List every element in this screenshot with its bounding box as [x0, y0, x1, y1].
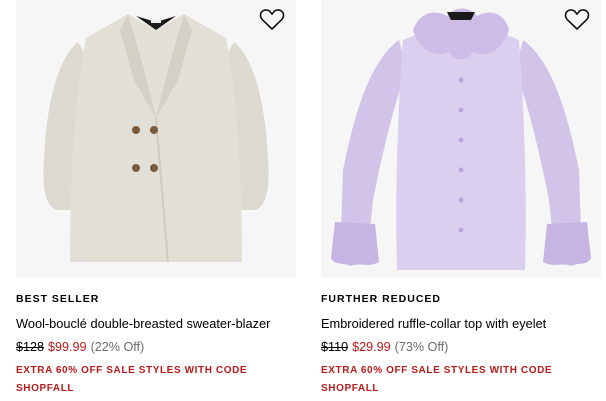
heart-icon[interactable]: [564, 8, 590, 32]
discount-percent: (22% Off): [90, 340, 145, 354]
product-badge: FURTHER REDUCED: [321, 293, 441, 305]
original-price: $110: [321, 340, 349, 354]
product-image[interactable]: [16, 0, 296, 277]
price-row: $128 $99.99 (22% Off): [16, 340, 144, 354]
product-title[interactable]: Embroidered ruffle-collar top with eyele…: [321, 316, 546, 331]
product-image[interactable]: [321, 0, 601, 277]
promo-text: EXTRA 60% OFF SALE STYLES WITH CODE SHOP…: [16, 365, 248, 394]
lavender-ruffle-top-image: [331, 8, 591, 270]
gray-blazer-image: [43, 14, 269, 263]
price-row: $110 $29.99 (73% Off): [321, 340, 448, 354]
product-card[interactable]: BEST SELLER Wool-bouclé double-breasted …: [16, 0, 296, 401]
product-card[interactable]: FURTHER REDUCED Embroidered ruffle-colla…: [321, 0, 601, 401]
discount-percent: (73% Off): [394, 340, 449, 354]
heart-icon[interactable]: [259, 8, 285, 32]
product-badge: BEST SELLER: [16, 293, 100, 305]
sale-price: $29.99: [352, 340, 391, 354]
product-title[interactable]: Wool-bouclé double-breasted sweater-blaz…: [16, 316, 270, 331]
original-price: $128: [16, 340, 45, 354]
promo-text: EXTRA 60% OFF SALE STYLES WITH CODE SHOP…: [321, 365, 553, 394]
sale-price: $99.99: [48, 340, 87, 354]
product-grid: BEST SELLER Wool-bouclé double-breasted …: [0, 0, 606, 401]
